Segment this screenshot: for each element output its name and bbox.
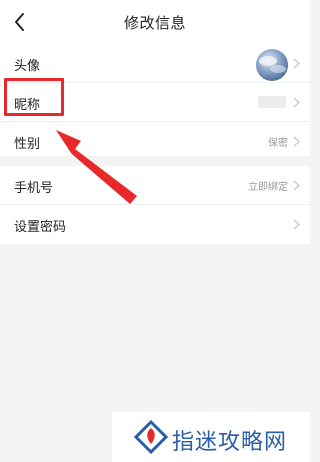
phone-row[interactable]: 手机号 立即绑定	[0, 166, 310, 205]
phone-value: 立即绑定	[248, 182, 288, 193]
account-group: 手机号 立即绑定 设置密码	[0, 166, 310, 244]
gender-row[interactable]: 性别 保密	[0, 122, 310, 161]
chevron-right-icon	[293, 136, 300, 147]
avatar[interactable]	[256, 49, 288, 81]
nickname-highlight-box	[4, 78, 64, 116]
page-title: 修改信息	[123, 14, 186, 32]
phone-label: 手机号	[14, 181, 54, 196]
chevron-right-icon	[293, 58, 300, 69]
chevron-right-icon	[293, 219, 300, 230]
watermark: 指迷攻略网	[112, 412, 310, 462]
password-label: 设置密码	[14, 220, 67, 235]
chevron-right-icon	[293, 180, 300, 191]
gender-value: 保密	[268, 138, 288, 149]
gender-label: 性别	[14, 137, 41, 152]
password-row[interactable]: 设置密码	[0, 205, 310, 244]
watermark-logo-icon	[134, 420, 168, 454]
chevron-right-icon	[293, 97, 300, 108]
avatar-label: 头像	[14, 59, 41, 74]
watermark-text: 指迷攻略网	[172, 430, 288, 455]
avatar-image	[256, 49, 288, 81]
nickname-value-blurred	[258, 96, 286, 108]
top-bar: 修改信息	[0, 0, 310, 44]
